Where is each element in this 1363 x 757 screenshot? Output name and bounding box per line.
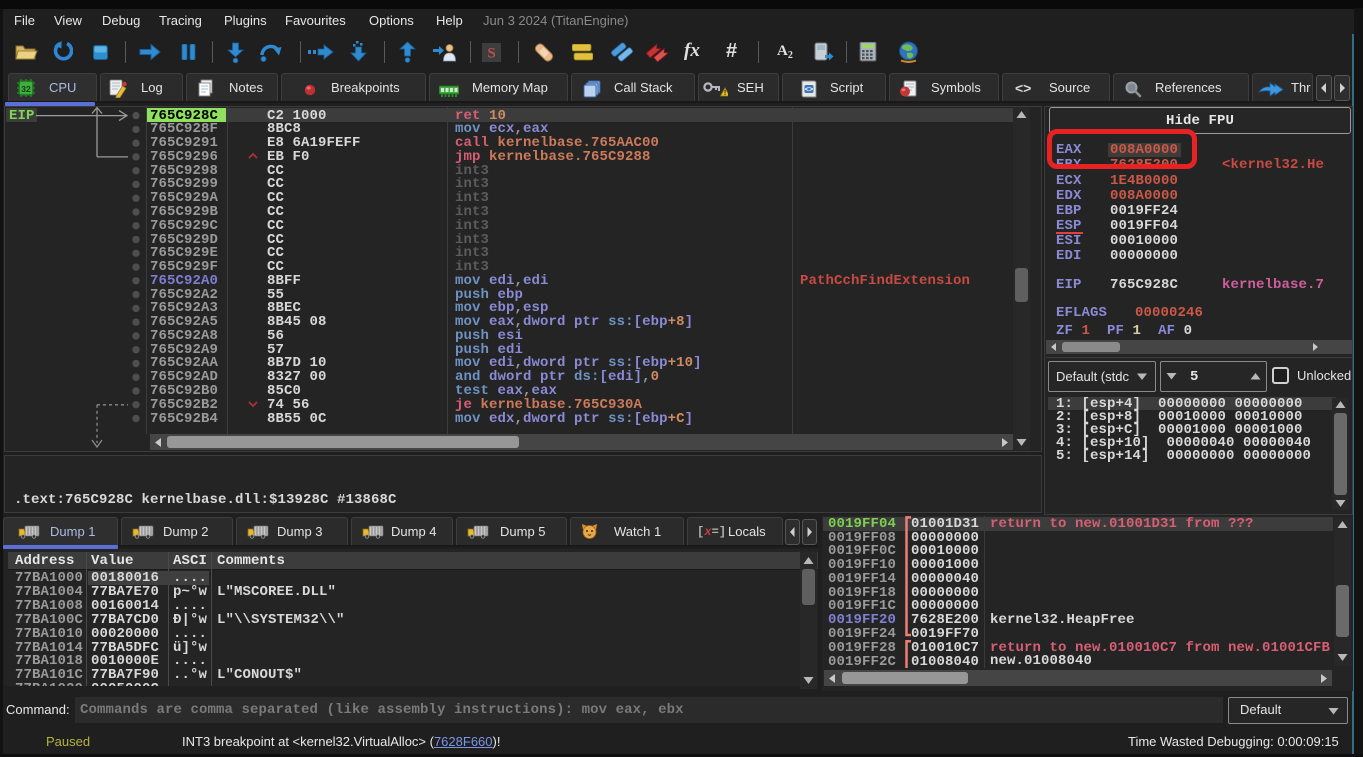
svg-text:32: 32	[21, 84, 31, 94]
svg-text:!: !	[724, 90, 726, 97]
svg-text:S: S	[487, 46, 495, 62]
svg-text:<>: <>	[805, 87, 813, 95]
